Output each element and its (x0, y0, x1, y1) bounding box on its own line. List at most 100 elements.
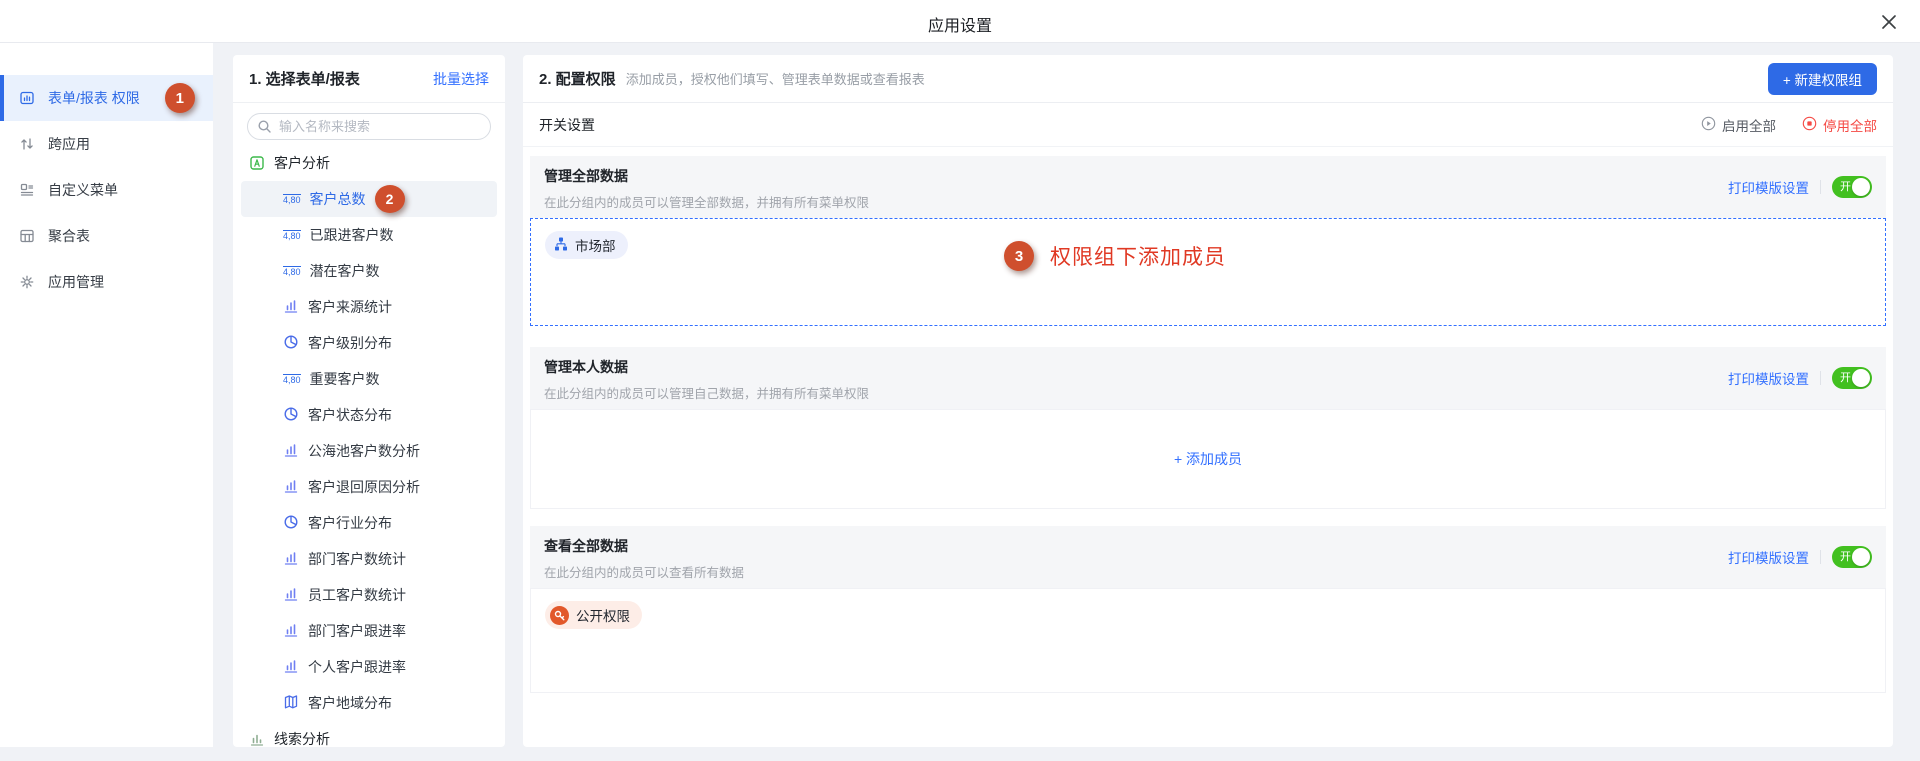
close-icon[interactable] (1880, 13, 1898, 31)
form-report-item-label: 客户总数 (310, 189, 366, 209)
config-panel-subtitle: 添加成员，授权他们填写、管理表单数据或查看报表 (626, 69, 925, 88)
sidebar-item-custom-menu[interactable]: 自定义菜单 (0, 167, 213, 213)
form-group-clue-analysis[interactable]: 线索分析 (233, 721, 505, 747)
annotation-step-1-badge: 1 (165, 83, 195, 113)
org-sitemap-icon (554, 237, 568, 254)
sidebar-item-aggregate-table[interactable]: 聚合表 (0, 213, 213, 259)
group-description: 在此分组内的成员可以管理自己数据，并拥有所有菜单权限 (544, 383, 869, 402)
form-report-item[interactable]: 4,80 重要客户数 (241, 361, 497, 397)
annotation-step-3-text: 权限组下添加成员 (1050, 241, 1226, 271)
enable-all-button[interactable]: 启用全部 (1701, 115, 1776, 135)
form-report-item-label: 客户行业分布 (308, 513, 392, 533)
form-report-list: 4,80 客户总数 2 4,80 已跟进客户数 4,80 (233, 181, 505, 721)
pie-chart-icon (283, 514, 299, 533)
dialog-title: 应用设置 (0, 12, 1920, 36)
bar-chart-icon (283, 478, 299, 497)
form-report-item-label: 客户级别分布 (308, 333, 392, 353)
group-toggle-on[interactable]: 开 (1832, 367, 1872, 389)
form-report-item[interactable]: 客户退回原因分析 (241, 469, 497, 505)
bar-chart-icon (283, 622, 299, 641)
annotation-step-2-badge: 2 (375, 185, 405, 213)
member-tag-label: 公开权限 (576, 605, 630, 625)
clue-chart-icon (249, 731, 265, 747)
divider (1820, 550, 1821, 564)
form-group-customer-analysis[interactable]: 客户分析 (233, 145, 505, 181)
group-title: 管理全部数据 (544, 166, 869, 186)
bar-chart-icon (283, 298, 299, 317)
key-icon (550, 606, 569, 625)
form-report-item-label: 潜在客户数 (310, 261, 380, 281)
form-report-item-label: 部门客户数统计 (308, 549, 406, 569)
form-report-item-label: 客户状态分布 (308, 405, 392, 425)
member-tag-department[interactable]: 市场部 (545, 231, 628, 259)
group-toggle-on[interactable]: 开 (1832, 176, 1872, 198)
metric-chart-icon: 4,80 (283, 266, 301, 277)
bar-chart-icon (283, 586, 299, 605)
sidebar-item-app-manage[interactable]: 应用管理 (0, 259, 213, 305)
permission-group-manage-own: 管理本人数据 在此分组内的成员可以管理自己数据，并拥有所有菜单权限 打印模版设置… (530, 347, 1886, 509)
sidebar-item-label: 聚合表 (48, 226, 90, 246)
form-report-item[interactable]: 客户来源统计 (241, 289, 497, 325)
form-report-item[interactable]: 客户状态分布 (241, 397, 497, 433)
group-description: 在此分组内的成员可以管理全部数据，并拥有所有菜单权限 (544, 192, 869, 211)
search-box (233, 103, 505, 145)
member-area-view-all: 公开权限 (530, 588, 1886, 693)
sidebar-item-cross-app[interactable]: 跨应用 (0, 121, 213, 167)
member-area-manage-all[interactable]: 市场部 (530, 218, 1886, 326)
print-template-link[interactable]: 打印模版设置 (1728, 547, 1809, 567)
bar-chart-icon (283, 442, 299, 461)
permission-config-panel: 2. 配置权限 添加成员，授权他们填写、管理表单数据或查看报表 + 新建权限组 … (523, 55, 1893, 747)
sidebar-item-label: 应用管理 (48, 272, 104, 292)
search-input[interactable] (247, 113, 491, 140)
form-report-item[interactable]: 个人客户跟进率 (241, 649, 497, 685)
play-circle-icon (1701, 116, 1716, 134)
cross-app-icon (19, 136, 35, 152)
annotation-step-3: 3 权限组下添加成员 (1004, 241, 1226, 271)
toggle-on-label: 开 (1840, 180, 1851, 194)
metric-chart-icon: 4,80 (283, 194, 301, 205)
form-group-label: 客户分析 (274, 153, 330, 173)
divider (1820, 371, 1821, 385)
add-member-button[interactable]: + 添加成员 (1174, 449, 1242, 469)
print-template-link[interactable]: 打印模版设置 (1728, 177, 1809, 197)
sidebar-item-form-report-permission[interactable]: 表单/报表 权限 1 (0, 75, 213, 121)
form-report-item[interactable]: 4,80 客户总数 2 (241, 181, 497, 217)
dialog-titlebar: 应用设置 (0, 0, 1920, 43)
aggregate-table-icon (19, 228, 35, 244)
print-template-link[interactable]: 打印模版设置 (1728, 368, 1809, 388)
form-report-item[interactable]: 客户地域分布 (241, 685, 497, 721)
form-report-item[interactable]: 客户行业分布 (241, 505, 497, 541)
map-icon (283, 694, 299, 713)
form-report-item-label: 客户退回原因分析 (308, 477, 420, 497)
bar-chart-icon (283, 550, 299, 569)
form-report-item[interactable]: 员工客户数统计 (241, 577, 497, 613)
batch-select-link[interactable]: 批量选择 (433, 69, 489, 89)
disable-all-label: 停用全部 (1823, 115, 1877, 135)
annotation-step-3-badge: 3 (1004, 241, 1034, 271)
disable-all-button[interactable]: 停用全部 (1802, 115, 1877, 135)
form-report-item[interactable]: 公海池客户数分析 (241, 433, 497, 469)
permission-group-view-all: 查看全部数据 在此分组内的成员可以查看所有数据 打印模版设置 开 公开权限 (530, 526, 1886, 693)
form-report-item[interactable]: 4,80 潜在客户数 (241, 253, 497, 289)
sidebar-item-label: 跨应用 (48, 134, 90, 154)
settings-sidebar: 表单/报表 权限 1 跨应用 自定义菜单 聚合表 应用管理 (0, 43, 213, 747)
gear-icon (19, 274, 35, 290)
form-report-item[interactable]: 客户级别分布 (241, 325, 497, 361)
form-panel-title: 1. 选择表单/报表 (249, 68, 360, 89)
stop-circle-icon (1802, 116, 1817, 134)
form-report-item[interactable]: 部门客户数统计 (241, 541, 497, 577)
toggle-knob (1852, 369, 1870, 387)
new-permission-group-button[interactable]: + 新建权限组 (1768, 63, 1877, 95)
form-report-item-label: 公海池客户数分析 (308, 441, 420, 461)
switch-settings-label: 开关设置 (539, 115, 595, 135)
form-report-item[interactable]: 4,80 已跟进客户数 (241, 217, 497, 253)
form-report-item-label: 部门客户跟进率 (308, 621, 406, 641)
member-tag-public-permission[interactable]: 公开权限 (545, 601, 642, 629)
member-tag-label: 市场部 (575, 235, 616, 255)
bar-chart-icon (283, 658, 299, 677)
form-report-item-label: 已跟进客户数 (310, 225, 394, 245)
group-header: 查看全部数据 在此分组内的成员可以查看所有数据 打印模版设置 开 (530, 526, 1886, 588)
form-panel-header: 1. 选择表单/报表 批量选择 (233, 55, 505, 103)
form-report-item[interactable]: 部门客户跟进率 (241, 613, 497, 649)
group-toggle-on[interactable]: 开 (1832, 546, 1872, 568)
